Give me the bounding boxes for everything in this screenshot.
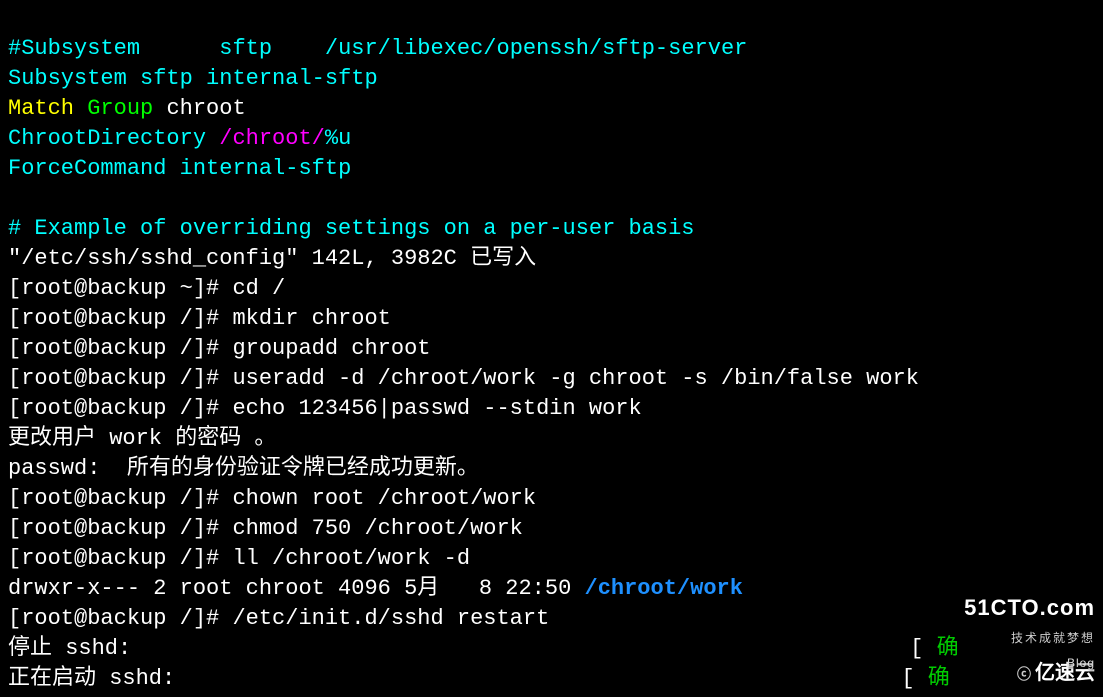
out-stop-pad: [ — [131, 636, 936, 661]
prompt-root-5: [root@backup /]# — [8, 486, 232, 511]
prompt-home: [root@backup ~]# — [8, 276, 232, 301]
out-ll-prefix: drwxr-x--- 2 root chroot 4096 5月 8 22:50 — [8, 576, 585, 601]
cmd-cd: cd / — [232, 276, 285, 301]
terminal-output: #Subsystem sftp /usr/libexec/openssh/sft… — [0, 0, 1103, 697]
watermark-yisu-sub: Blog — [1067, 648, 1095, 678]
prompt-root-8: [root@backup /]# — [8, 606, 232, 631]
cfg-forcecmd-val: internal-sftp — [180, 156, 352, 181]
prompt-root-4: [root@backup /]# — [8, 396, 232, 421]
prompt-root-6: [root@backup /]# — [8, 516, 232, 541]
out-ll-dir: /chroot/work — [585, 576, 743, 601]
cfg-match-group-val: chroot — [166, 96, 245, 121]
cmd-chmod: chmod 750 /chroot/work — [232, 516, 522, 541]
cfg-chrootdir-path1: /chroot/ — [219, 126, 325, 151]
prompt-root-1: [root@backup /]# — [8, 306, 232, 331]
cmd-ll: ll /chroot/work -d — [232, 546, 470, 571]
cfg-subsystem-arg2: internal-sftp — [206, 66, 378, 91]
cfg-subsystem-key: Subsystem — [8, 66, 127, 91]
cfg-match-key: Match — [8, 96, 74, 121]
out-stop-sshd: 停止 sshd: — [8, 636, 131, 661]
out-stop-ok: 确 — [937, 636, 959, 661]
out-start-sshd: 正在启动 sshd: — [8, 666, 175, 691]
out-start-pad: [ — [175, 666, 928, 691]
cmd-groupadd: groupadd chroot — [232, 336, 430, 361]
prompt-root-3: [root@backup /]# — [8, 366, 232, 391]
cfg-chrootdir-path2: %u — [325, 126, 351, 151]
out-passwd-1: 更改用户 work 的密码 。 — [8, 426, 276, 451]
cfg-comment-path: /usr/libexec/openssh/sftp-server — [325, 36, 747, 61]
cfg-comment-subsystem: #Subsystem — [8, 36, 140, 61]
out-start-ok: 确 — [928, 666, 950, 691]
cfg-chrootdir-key: ChrootDirectory — [8, 126, 206, 151]
cfg-comment-key: sftp — [219, 36, 272, 61]
out-passwd-2: passwd: 所有的身份验证令牌已经成功更新。 — [8, 456, 479, 481]
cmd-chown: chown root /chroot/work — [232, 486, 536, 511]
cfg-forcecmd-key: ForceCommand — [8, 156, 166, 181]
prompt-root-7: [root@backup /]# — [8, 546, 232, 571]
watermark-yisu-logo-icon: ⓒ — [1017, 661, 1031, 691]
cfg-match-group-kw: Group — [87, 96, 153, 121]
watermark-51cto: 51CTO.com 技术成就梦想 — [964, 593, 1095, 653]
watermark-51cto-big: 51CTO.com — [964, 593, 1095, 623]
prompt-root-2: [root@backup /]# — [8, 336, 232, 361]
cfg-example-comment: # Example of overriding settings on a pe… — [8, 216, 695, 241]
cmd-useradd: useradd -d /chroot/work -g chroot -s /bi… — [232, 366, 919, 391]
cmd-echo-passwd: echo 123456|passwd --stdin work — [232, 396, 641, 421]
cmd-mkdir: mkdir chroot — [232, 306, 390, 331]
vim-status-line: "/etc/ssh/sshd_config" 142L, 3982C 已写入 — [8, 246, 536, 271]
cfg-subsystem-arg1: sftp — [140, 66, 193, 91]
watermark-yisu: ⓒ亿速云 Blog — [1017, 658, 1095, 691]
cmd-sshd-restart: /etc/init.d/sshd restart — [232, 606, 549, 631]
